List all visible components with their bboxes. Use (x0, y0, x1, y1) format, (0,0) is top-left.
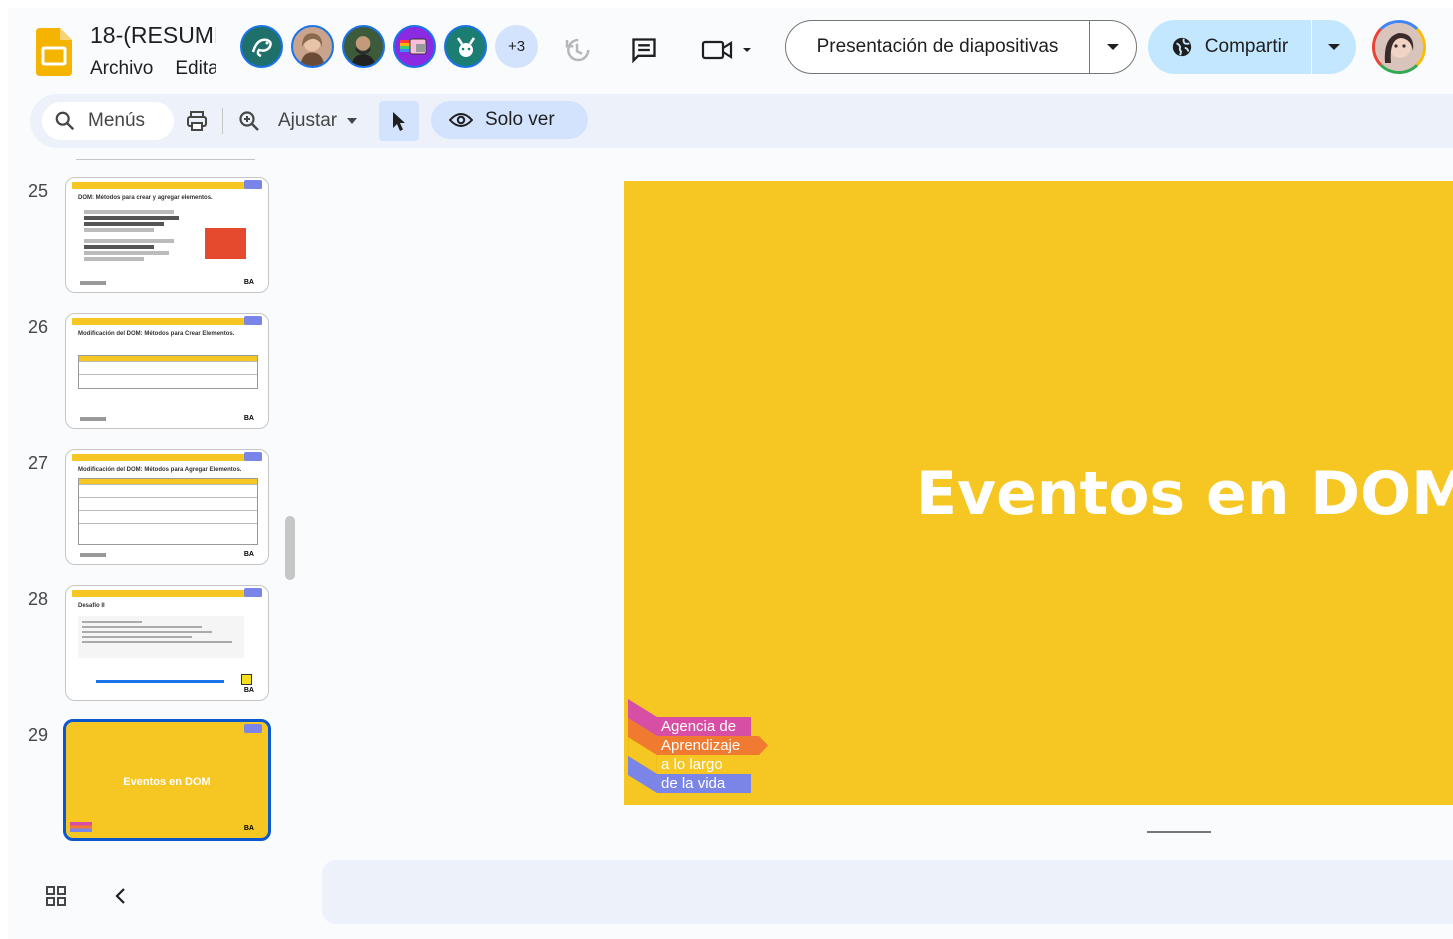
meet-video-icon[interactable] (698, 30, 758, 70)
thumb-title: DOM: Métodos para crear y agregar elemen… (78, 195, 213, 201)
collaborator-avatars: +3 (240, 25, 538, 68)
thumb-table (78, 355, 258, 389)
view-only-label: Solo ver (485, 109, 555, 130)
thumb-ba-badge: BA (243, 687, 254, 694)
chevron-down-icon (347, 118, 358, 124)
document-title[interactable]: 18-(RESUMEN) (90, 22, 216, 49)
thumb-ba-badge: BA (243, 825, 254, 832)
zoom-select[interactable]: Ajustar (278, 106, 358, 136)
menu-archivo[interactable]: Archivo (90, 58, 153, 80)
select-tool-button[interactable] (379, 101, 419, 141)
version-history-icon[interactable] (557, 30, 597, 70)
thumb-brand-tag (244, 180, 262, 189)
account-avatar[interactable] (1372, 20, 1426, 74)
share-button[interactable]: Compartir (1148, 20, 1356, 74)
share-dropdown-icon[interactable] (1312, 20, 1356, 74)
slide-number: 25 (28, 181, 49, 201)
chevron-left-icon[interactable] (104, 880, 136, 912)
thumb-agency-logo (70, 822, 92, 832)
window-frame-left (0, 0, 8, 939)
comments-icon[interactable] (624, 30, 664, 70)
thumb-ba-badge: BA (243, 279, 254, 286)
thumb-js-badge (241, 674, 252, 685)
zoom-label: Ajustar (278, 110, 338, 131)
slideshow-button[interactable]: Presentación de diapositivas (785, 20, 1137, 74)
slide-thumbnail-25[interactable]: DOM: Métodos para crear y agregar elemen… (65, 177, 269, 293)
slide-number: 26 (28, 317, 49, 337)
thumb-header-bar (72, 318, 262, 325)
thumb-title: Eventos en DOM (123, 776, 211, 788)
grid-view-icon[interactable] (38, 878, 74, 914)
slide-number: 27 (28, 453, 49, 473)
thumb-title: Modificación del DOM: Métodos para Agreg… (78, 467, 242, 473)
thumb-link (96, 680, 224, 683)
window-frame-top (0, 0, 1453, 8)
more-collaborators-badge[interactable]: +3 (495, 25, 538, 68)
slide-title: Eventos en DOM (916, 459, 1453, 529)
thumb-footer (80, 417, 106, 421)
menus-search[interactable]: Menús (42, 102, 174, 140)
thumb-code-block (78, 616, 244, 658)
eye-icon (449, 113, 473, 127)
thumb-header-bar (72, 182, 262, 189)
collaborator-avatar[interactable] (444, 25, 487, 68)
collaborator-avatar[interactable] (393, 25, 436, 68)
agency-line-2: Aprendizaje (661, 737, 741, 754)
speaker-notes-panel[interactable] (322, 860, 1453, 924)
slide-thumbnail-27[interactable]: Modificación del DOM: Métodos para Agreg… (65, 449, 269, 565)
thumb-ba-badge: BA (243, 415, 254, 422)
filmstrip-scrollbar[interactable] (285, 516, 295, 580)
slide-thumbnail-28[interactable]: Desafío II BA (65, 585, 269, 701)
share-main[interactable]: Compartir (1148, 20, 1312, 74)
agency-line-3: a lo largo (661, 756, 723, 773)
collaborator-avatar[interactable] (342, 25, 385, 68)
agency-logo: Agencia de Aprendizaje a lo largo de la … (628, 699, 778, 799)
collaborator-avatar[interactable] (240, 25, 283, 68)
thumb-body-lines (84, 208, 184, 263)
slide-thumbnail-29-selected[interactable]: Eventos en DOM BA (63, 719, 271, 841)
thumb-brand-tag (244, 316, 262, 325)
thumb-illustration (205, 228, 246, 259)
menus-search-label: Menús (88, 110, 146, 131)
menu-bar: Archivo Editar (90, 58, 216, 80)
thumb-header-bar (72, 454, 262, 461)
thumb-brand-tag (244, 452, 262, 461)
slideshow-dropdown-icon[interactable] (1090, 21, 1136, 73)
notes-resize-handle[interactable] (1147, 831, 1211, 833)
print-icon[interactable] (178, 102, 216, 140)
thumb-header-bar (72, 590, 262, 597)
zoom-icon[interactable] (230, 102, 268, 140)
thumb-table (78, 478, 258, 545)
thumb-title: Desafío II (78, 603, 105, 609)
globe-icon (1172, 37, 1191, 57)
thumb-footer (80, 281, 106, 285)
slides-logo-icon[interactable] (36, 28, 72, 76)
app-header: 18-(RESUMEN) Archivo Editar +3 Presentac… (8, 8, 1453, 92)
toolbar-divider (222, 108, 223, 134)
menu-editar[interactable]: Editar (175, 58, 216, 80)
collaborator-avatar[interactable] (291, 25, 334, 68)
agency-line-4: de la vida (661, 775, 726, 792)
toolbar: Menús Ajustar Solo ver (30, 94, 1453, 148)
agency-line-1: Agencia de (661, 718, 737, 735)
slide-thumbnail-26[interactable]: Modificación del DOM: Métodos para Crear… (65, 313, 269, 429)
filmstrip-divider (76, 159, 255, 160)
thumb-footer (80, 553, 106, 557)
thumb-brand-tag (244, 588, 262, 597)
slide-number: 29 (28, 725, 49, 745)
view-only-button[interactable]: Solo ver (431, 101, 588, 139)
thumb-title: Modificación del DOM: Métodos para Crear… (78, 331, 235, 337)
slide-canvas[interactable]: Eventos en DOM Agencia de Aprendizaje a … (624, 181, 1453, 805)
search-icon (55, 111, 75, 131)
share-label: Compartir (1204, 36, 1289, 57)
cursor-icon (393, 112, 405, 131)
slide-filmstrip[interactable]: 25 DOM: Métodos para crear y agregar ele… (8, 150, 300, 850)
slide-number: 28 (28, 589, 49, 609)
thumb-ba-badge: BA (243, 551, 254, 558)
thumb-brand-tag (244, 724, 262, 733)
slideshow-label[interactable]: Presentación de diapositivas (786, 21, 1090, 73)
